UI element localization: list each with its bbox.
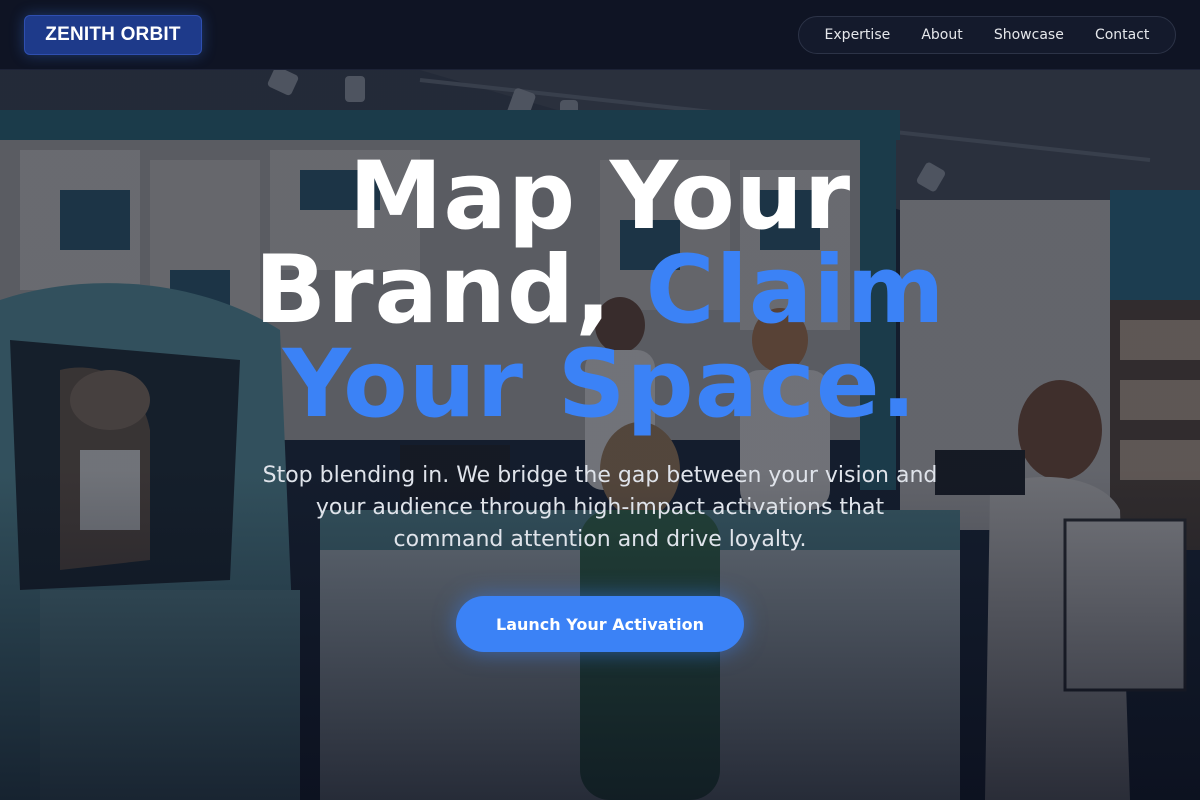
launch-activation-button[interactable]: Launch Your Activation (456, 596, 744, 652)
nav-item-about[interactable]: About (915, 27, 968, 43)
nav-item-showcase[interactable]: Showcase (988, 27, 1070, 43)
hero-subtext: Stop blending in. We bridge the gap betw… (262, 463, 938, 552)
site-header: ZENITH ORBIT Expertise About Showcase Co… (0, 0, 1200, 70)
brand-logo[interactable]: ZENITH ORBIT (24, 15, 202, 55)
hero-section: Map Your Brand, Claim Your Space. Stop b… (0, 70, 1200, 800)
nav-item-expertise[interactable]: Expertise (819, 27, 897, 43)
headline-line-2-white: Brand, (254, 236, 646, 345)
hero-headline: Map Your Brand, Claim Your Space. (0, 150, 1200, 432)
headline-line-3-accent: Your Space. (282, 330, 918, 439)
headline-line-2-accent: Claim (645, 236, 946, 345)
nav-item-contact[interactable]: Contact (1089, 27, 1155, 43)
headline-line-1: Map Your (348, 142, 852, 251)
main-nav: Expertise About Showcase Contact (798, 16, 1176, 54)
